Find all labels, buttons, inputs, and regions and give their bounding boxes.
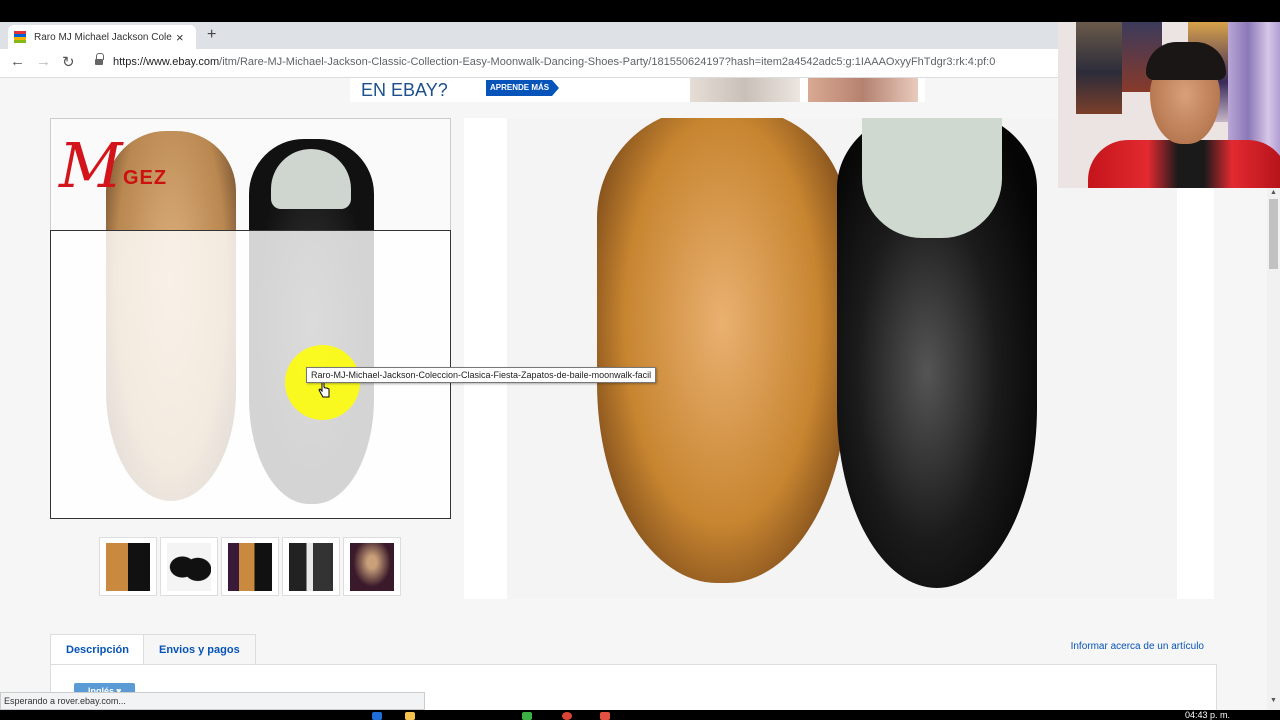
close-tab-icon[interactable]: × [176,30,184,45]
screen-top-bar [0,0,1280,22]
zoomed-image-canvas [507,118,1177,599]
app-icon[interactable] [522,712,532,720]
promo-banner: EN EBAY? APRENDE MÁS [350,78,925,102]
shoe-sole-zoomed [597,118,847,583]
edge-icon[interactable] [372,712,382,720]
thumbnail[interactable] [343,537,401,596]
address-bar[interactable]: https://www.ebay.com/itm/Rare-MJ-Michael… [113,56,995,68]
status-bar: Esperando a rover.ebay.com... [0,692,425,710]
scroll-up-icon[interactable]: ▲ [1270,189,1277,196]
presenter-jacket [1088,140,1280,188]
banner-image [808,78,918,102]
app-icon[interactable] [600,712,610,720]
seller-logo-text: GEZ [123,167,168,189]
new-tab-button[interactable]: + [207,26,216,44]
description-tabs: Descripción Envios y pagos [50,634,1217,665]
image-tooltip: Raro-MJ-Michael-Jackson-Coleccion-Clasic… [306,367,657,383]
thumbnail[interactable] [160,537,218,596]
url-host: https://www.ebay.com [113,56,220,68]
forward-arrow-icon[interactable]: → [36,53,51,70]
thumbnail[interactable] [221,537,279,596]
lock-icon [95,53,104,66]
banner-image [690,78,800,102]
ebay-favicon-icon [14,31,26,43]
learn-more-button[interactable]: APRENDE MÁS [486,80,559,96]
thumbnail[interactable] [282,537,340,596]
chrome-icon[interactable] [562,712,572,720]
tab-shipping[interactable]: Envios y pagos [143,634,256,665]
clock: 04:43 p. m. [1184,710,1230,720]
url-path: /itm/Rare-MJ-Michael-Jackson-Classic-Col… [219,56,996,68]
scroll-down-icon[interactable]: ▼ [1270,697,1277,704]
page-scrollbar[interactable]: ▲ ▼ [1267,187,1280,710]
back-arrow-icon[interactable]: ← [10,53,25,70]
folder-icon[interactable] [405,712,415,720]
tab-title: Raro MJ Michael Jackson Coleccion [34,31,172,43]
webcam-overlay [1058,22,1280,188]
tab-description[interactable]: Descripción [50,634,145,665]
zoomed-product-image [464,118,1214,599]
scroll-thumb[interactable] [1269,199,1278,269]
presenter-hair [1146,42,1226,80]
shoe-lining-zoomed [862,118,1002,238]
banner-text: EN EBAY? [361,80,448,100]
wall-poster [1076,22,1122,114]
reload-icon[interactable]: ↻ [62,53,75,71]
thumbnail[interactable] [99,537,157,596]
browser-tab[interactable]: Raro MJ Michael Jackson Coleccion × [8,25,196,49]
thumbnail-strip [99,537,401,596]
os-taskbar: 04:43 p. m. [0,710,1280,720]
report-item-link[interactable]: Informar acerca de un artículo [1071,641,1204,652]
seller-logo: M [59,129,123,202]
hand-cursor-icon [318,381,330,398]
